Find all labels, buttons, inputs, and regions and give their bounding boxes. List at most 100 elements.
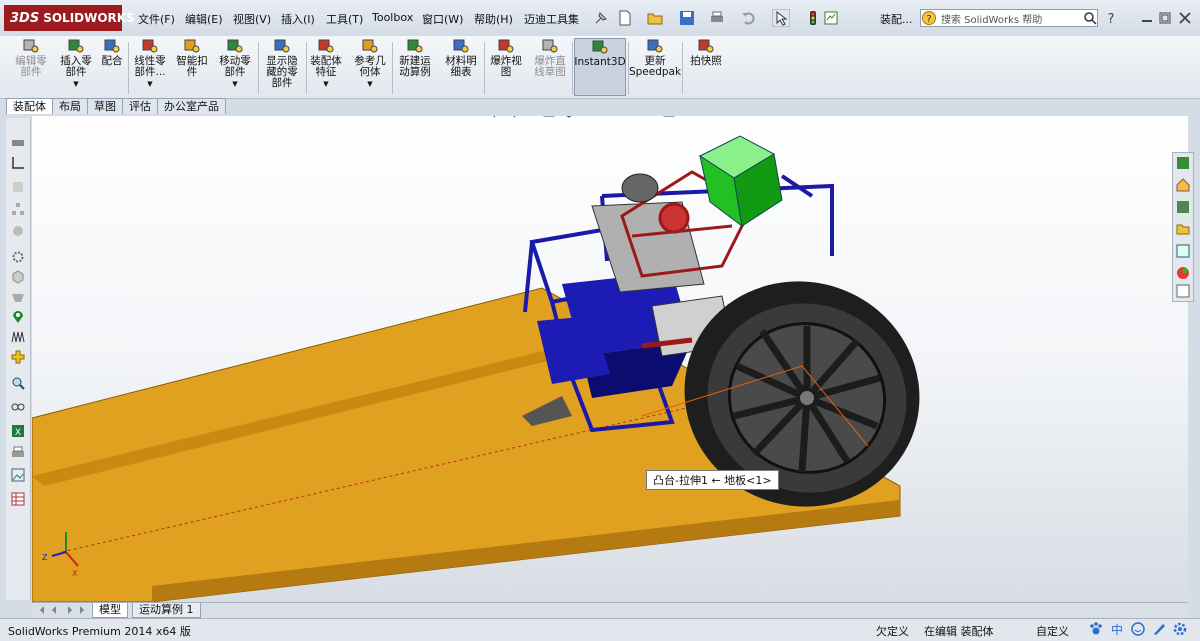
feature-manager-icon[interactable] — [11, 136, 25, 150]
cmd-assembly-feature-button[interactable]: 装配体 特征 ▼ — [306, 38, 346, 96]
menu-help[interactable]: 帮助(H) — [474, 11, 513, 27]
spring-icon[interactable] — [11, 330, 25, 344]
dropdown-arrow-icon[interactable]: ▼ — [147, 79, 152, 90]
cmd-smart-fasteners-button[interactable]: 智能扣 件 — [172, 38, 212, 96]
chinese-input-icon[interactable]: 中 — [1109, 621, 1125, 637]
tab-scroll-arrows-icon[interactable] — [36, 605, 88, 615]
display-style-icon[interactable] — [582, 116, 596, 118]
location-pin-icon[interactable] — [11, 310, 25, 324]
cmd-mate-button[interactable]: 配合 — [98, 38, 126, 96]
snapshot-icon — [698, 39, 714, 53]
command-manager: 编辑零 部件 插入零 部件 ▼ 配合 线性零 部件... ▼ 智能扣 件移动零 部件 ▼ 显示隐… — [0, 36, 1200, 99]
solidworks-logo[interactable]: 3DS SOLIDWORKS — [4, 5, 135, 31]
tab-motion-study-1[interactable]: 运动算例 1 — [132, 603, 201, 618]
new-document-icon[interactable] — [616, 9, 634, 27]
table-report-icon[interactable] — [11, 492, 25, 506]
dropdown-arrow-icon[interactable]: ▼ — [367, 79, 372, 90]
cmd-bom-button[interactable]: 材料明 细表 — [440, 38, 482, 96]
settings-gear-icon[interactable] — [1172, 621, 1188, 637]
print-icon[interactable] — [708, 9, 726, 27]
box-icon[interactable] — [11, 270, 25, 284]
open-folder-icon[interactable] — [646, 9, 664, 27]
paw-icon[interactable] — [1088, 621, 1104, 637]
zoom-to-area-icon[interactable] — [502, 116, 516, 118]
sphere-icon[interactable] — [11, 224, 25, 238]
menu-toolbox[interactable]: Toolbox — [372, 11, 413, 24]
file-explorer-icon[interactable] — [1175, 221, 1191, 237]
tab-layout[interactable]: 布局 — [52, 98, 88, 114]
custom-properties-icon[interactable] — [1175, 283, 1191, 299]
display-icon[interactable] — [11, 180, 25, 194]
status-units[interactable]: 自定义 — [1036, 623, 1069, 639]
cmd-show-hidden-button[interactable]: 显示隐 藏的零 部件 — [260, 38, 304, 96]
hierarchy-icon[interactable] — [11, 202, 25, 216]
cmd-linear-pattern-button[interactable]: 线性零 部件... ▼ — [130, 38, 170, 96]
home-icon[interactable] — [1175, 177, 1191, 193]
image-icon[interactable] — [11, 468, 25, 482]
gear-icon[interactable] — [11, 250, 25, 264]
front-wheel[interactable] — [621, 173, 659, 203]
logo-text: SOLIDWORKS — [43, 11, 135, 25]
tab-office-products[interactable]: 办公室产品 — [157, 98, 226, 114]
cmd-insert-component-button[interactable]: 插入零 部件 ▼ — [56, 38, 96, 96]
menu-tools[interactable]: 工具(T) — [326, 11, 363, 27]
select-arrow-icon[interactable] — [772, 9, 790, 27]
emoji-icon[interactable] — [1130, 621, 1146, 637]
menu-view[interactable]: 视图(V) — [233, 11, 271, 27]
save-icon[interactable] — [678, 9, 696, 27]
cmd-motion-study-button[interactable]: 新建运 动算例 — [394, 38, 436, 96]
tab-sketch[interactable]: 草图 — [87, 98, 123, 114]
scene-icon[interactable] — [642, 116, 656, 118]
restore-icon[interactable] — [1156, 9, 1174, 27]
solidworks-resources-icon[interactable] — [1175, 155, 1191, 171]
help-search-box[interactable]: ? 搜索 SolidWorks 帮助 — [920, 9, 1098, 27]
menu-window[interactable]: 窗口(W) — [422, 11, 463, 27]
design-library-icon[interactable] — [1175, 199, 1191, 215]
binoculars-icon[interactable] — [11, 398, 25, 412]
previous-view-icon[interactable] — [522, 116, 536, 118]
appearance-icon[interactable] — [622, 116, 636, 118]
sketch-corner-icon[interactable] — [11, 156, 25, 170]
excel-icon[interactable]: X — [11, 424, 25, 438]
view-settings-icon[interactable] — [662, 116, 676, 118]
menu-insert[interactable]: 插入(I) — [281, 11, 315, 27]
dropdown-arrow-icon[interactable]: ▼ — [73, 79, 78, 90]
cmd-instant3d-button[interactable]: Instant3D — [574, 38, 626, 96]
traffic-light-icon[interactable] — [804, 9, 822, 27]
section-view-icon[interactable] — [542, 116, 556, 118]
bowl-icon[interactable] — [11, 290, 25, 304]
cmd-edit-component-button[interactable]: 编辑零 部件 — [10, 38, 52, 96]
help-icon[interactable]: ? — [1102, 9, 1120, 27]
search-icon[interactable] — [1083, 11, 1097, 25]
zoom-magnifier-icon[interactable] — [11, 376, 25, 390]
printer-icon[interactable] — [11, 446, 25, 460]
cmd-speedpak-button[interactable]: 更新 Speedpak — [629, 38, 681, 96]
dropdown-arrow-icon[interactable]: ▼ — [232, 79, 237, 90]
cmd-snapshot-button[interactable]: 拍快照 — [686, 38, 726, 96]
tab-model[interactable]: 模型 — [92, 603, 128, 618]
cmd-move-component-button[interactable]: 移动零 部件 ▼ — [214, 38, 256, 96]
file-properties-icon[interactable] — [822, 9, 840, 27]
view-palette-icon[interactable] — [1175, 243, 1191, 259]
dropdown-arrow-icon[interactable]: ▼ — [323, 79, 328, 90]
menu-file[interactable]: 文件(F) — [138, 11, 175, 27]
green-hopper[interactable] — [698, 135, 783, 228]
cmd-reference-geometry-button[interactable]: 参考几 何体 ▼ — [350, 38, 390, 96]
graphics-viewport[interactable]: X Z 凸台-拉伸1 ← 地板<1> — [32, 116, 1188, 602]
cmd-exploded-view-button[interactable]: 爆炸视 图 — [486, 38, 526, 96]
handwriting-icon[interactable] — [1151, 621, 1167, 637]
menu-maidi-tools[interactable]: 迈迪工具集 — [524, 11, 579, 27]
minimize-icon[interactable] — [1138, 9, 1156, 27]
cmd-explode-line-sketch-button[interactable]: 爆炸直 线草图 — [530, 38, 570, 96]
tab-assembly[interactable]: 装配体 — [6, 98, 53, 114]
undo-icon[interactable] — [740, 9, 758, 27]
close-icon[interactable] — [1176, 9, 1194, 27]
pin-icon[interactable] — [592, 9, 610, 27]
move-cross-icon[interactable] — [11, 350, 25, 364]
tab-evaluate[interactable]: 评估 — [122, 98, 158, 114]
view-orientation-icon[interactable] — [562, 116, 576, 118]
hide-show-items-icon[interactable] — [602, 116, 616, 118]
appearances-scenes-icon[interactable] — [1175, 265, 1191, 281]
menu-edit[interactable]: 编辑(E) — [185, 11, 223, 27]
zoom-to-fit-icon[interactable] — [482, 116, 496, 118]
